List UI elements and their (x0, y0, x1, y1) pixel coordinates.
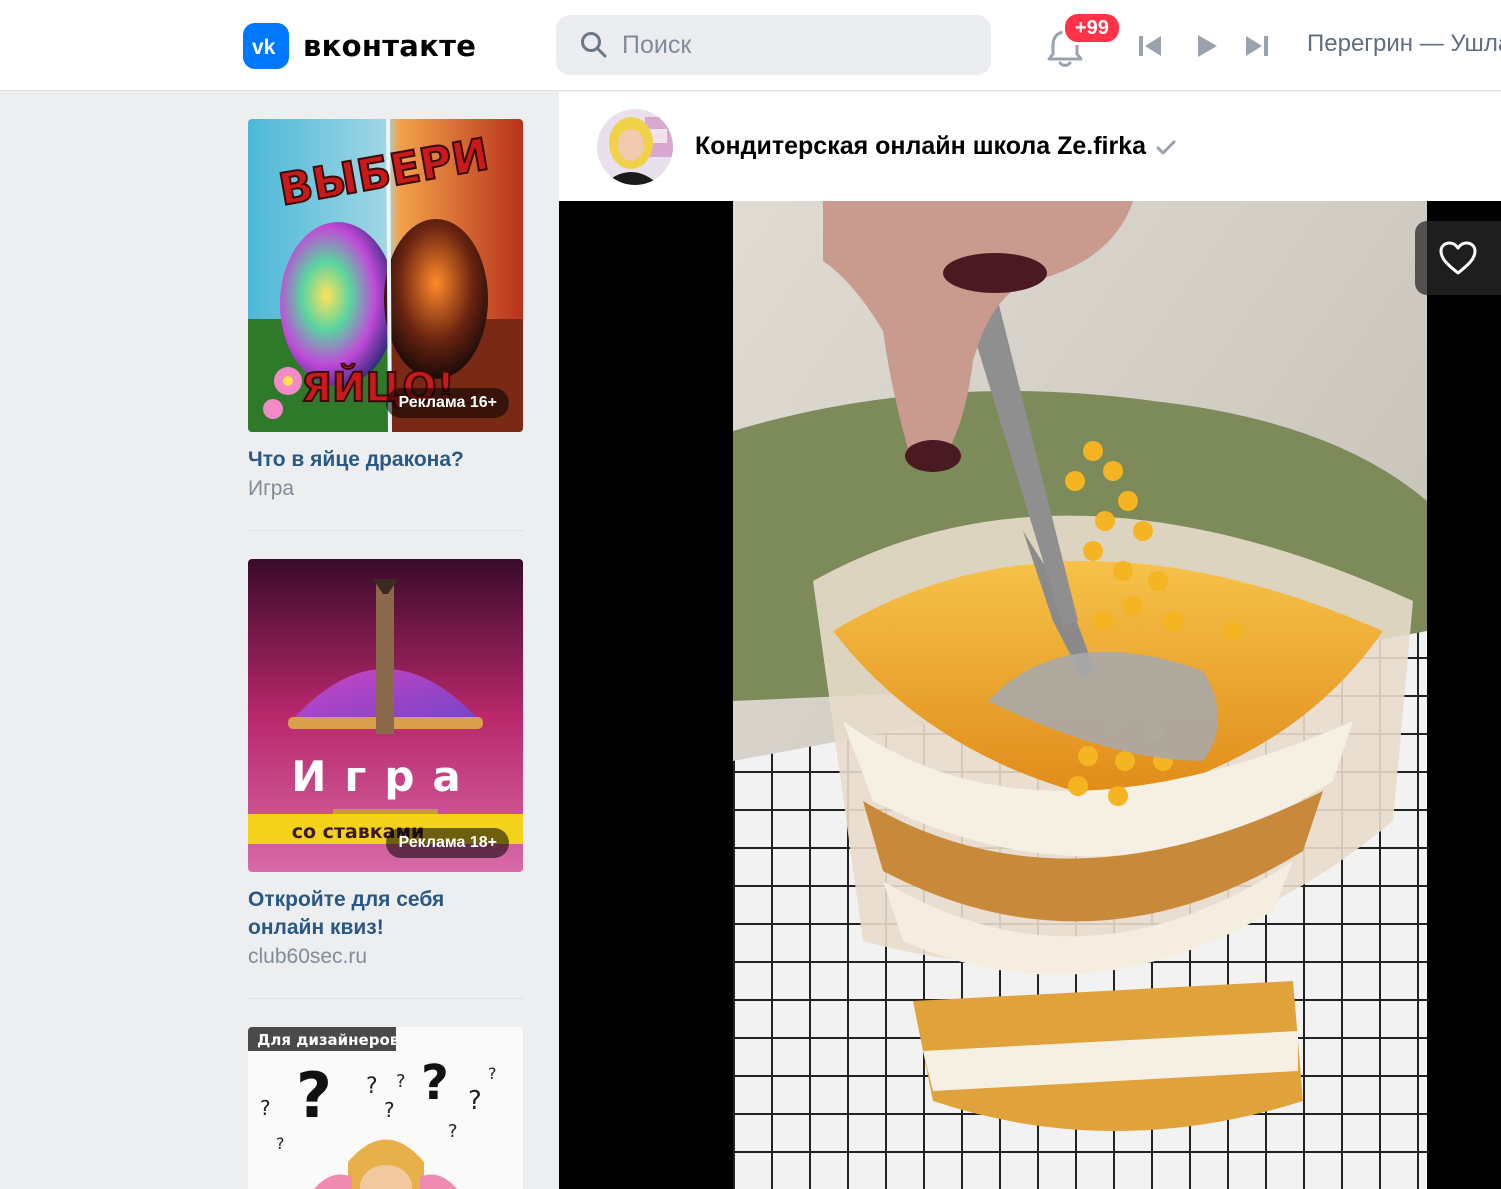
svg-text:?: ? (396, 1071, 406, 1092)
search-icon (581, 32, 607, 58)
ad-subtitle: Игра (248, 477, 295, 500)
ad-title[interactable]: Что в яйце дракона? (248, 446, 523, 474)
ad-image-dragon-egg[interactable]: ВЫБЕРИ ЯЙЦО! Реклама 16+ (248, 119, 523, 432)
top-header: vk вконтакте +99 Перегрин — Ушла (0, 0, 1501, 91)
ad-image-designers[interactable]: Для дизайнеров ? ? ? ? ? ? ? ? ? ? (248, 1027, 523, 1189)
ad-image-tag: Для дизайнеров (257, 1031, 399, 1049)
video-frame[interactable] (733, 201, 1427, 1189)
now-playing-track[interactable]: Перегрин — Ушла (1307, 30, 1501, 58)
svg-text:vk: vk (252, 36, 276, 56)
ad-card[interactable]: Игра со ставками Реклама 18+ Откройте дл… (248, 559, 523, 972)
post-card: Кондитерская онлайн школа Ze.firka (559, 92, 1501, 1189)
search-input[interactable] (622, 30, 982, 60)
skip-forward-icon[interactable] (1240, 30, 1274, 62)
avatar[interactable] (597, 108, 673, 185)
ads-column: ВЫБЕРИ ЯЙЦО! Реклама 16+ Что в яйце драк… (248, 119, 523, 1189)
svg-text:?: ? (384, 1098, 395, 1122)
ad-image-quiz[interactable]: Игра со ставками Реклама 18+ (248, 559, 523, 872)
svg-text:?: ? (276, 1134, 285, 1153)
like-button[interactable] (1415, 221, 1501, 295)
vk-logo[interactable]: vk вконтакте (243, 23, 476, 69)
search-box[interactable] (556, 15, 991, 75)
play-icon[interactable] (1190, 30, 1224, 62)
svg-text:?: ? (366, 1074, 378, 1099)
ad-card[interactable]: ВЫБЕРИ ЯЙЦО! Реклама 16+ Что в яйце драк… (248, 119, 523, 504)
skip-back-icon[interactable] (1133, 30, 1167, 62)
ad-age-badge: Реклама 18+ (386, 828, 509, 858)
ad-age-badge: Реклама 16+ (386, 388, 509, 418)
ad-subtitle: club60sec.ru (248, 945, 368, 968)
vk-logo-icon: vk (243, 23, 289, 69)
video-player[interactable] (559, 201, 1501, 1189)
heart-icon (1439, 241, 1477, 275)
divider (248, 998, 523, 999)
ad-image-text-top: Игра (291, 752, 479, 801)
svg-text:?: ? (448, 1121, 458, 1142)
ad-card[interactable]: Для дизайнеров ? ? ? ? ? ? ? ? ? ? (248, 1027, 523, 1189)
svg-text:?: ? (468, 1086, 482, 1116)
checkmark-icon (1156, 140, 1176, 154)
logo-text: вконтакте (303, 29, 477, 63)
svg-text:?: ? (260, 1096, 271, 1120)
post-author[interactable]: Кондитерская онлайн школа Ze.firka (695, 132, 1146, 161)
svg-text:?: ? (421, 1055, 449, 1111)
svg-text:?: ? (296, 1059, 332, 1132)
post-header: Кондитерская онлайн школа Ze.firka (559, 92, 1501, 201)
svg-text:?: ? (488, 1064, 497, 1083)
ad-title[interactable]: Откройте для себя онлайн квиз! (248, 886, 523, 942)
divider (248, 530, 523, 531)
notifications-badge: +99 (1062, 11, 1122, 45)
